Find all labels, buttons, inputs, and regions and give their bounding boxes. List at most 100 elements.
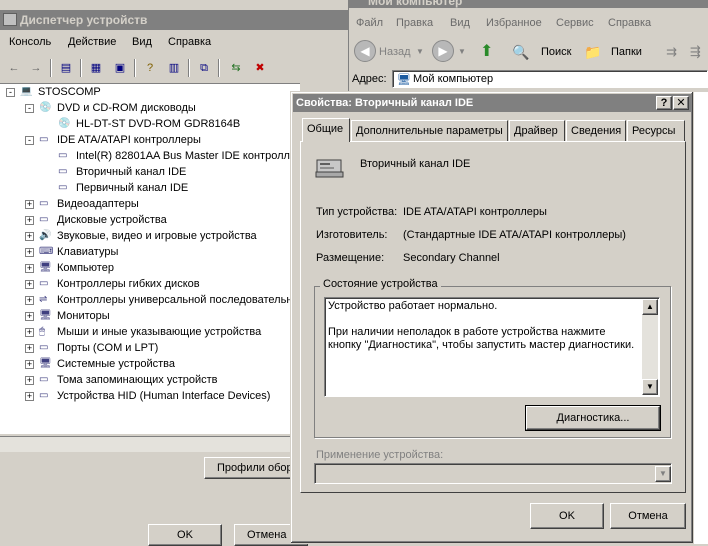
device-usage-label: Применение устройства: — [316, 449, 444, 461]
tree-node[interactable]: + ⌨ Клавиатуры — [0, 244, 300, 260]
scan-hardware-icon[interactable]: ⧉ — [194, 59, 214, 77]
forward-dropdown-icon[interactable]: ▼ — [458, 42, 466, 62]
forward-arrow-icon[interactable]: ▶ — [432, 40, 454, 62]
menu-view[interactable]: Вид — [450, 16, 470, 30]
tree-node[interactable]: ▭ Первичный канал IDE — [0, 180, 300, 196]
print-icon[interactable]: ▣ — [110, 59, 130, 77]
expand-icon[interactable]: + — [25, 280, 34, 289]
address-field[interactable]: 🖥 Мой компьютер — [392, 70, 708, 88]
expand-icon[interactable]: + — [25, 328, 34, 337]
update-driver-icon[interactable]: ⇆ — [226, 59, 246, 77]
diagnostics-button[interactable]: Диагностика... — [525, 405, 661, 431]
menu-edit[interactable]: Правка — [396, 16, 433, 30]
tree-node[interactable]: + ⇌ Контроллеры универсальной последовател… — [0, 292, 300, 308]
expand-icon[interactable]: + — [25, 248, 34, 257]
device-icon: 🔊 — [39, 230, 52, 241]
ok-button[interactable]: OK — [530, 503, 604, 529]
hardware-profiles-button[interactable]: Профили оборудования — [204, 457, 304, 479]
menu-view[interactable]: Вид — [132, 35, 152, 49]
menu-help[interactable]: Справка — [168, 35, 211, 49]
menu-file[interactable]: Файл — [356, 16, 383, 30]
expand-icon[interactable]: + — [25, 264, 34, 273]
view-icon[interactable]: ▥ — [164, 59, 184, 77]
tree-node[interactable]: 💿 HL-DT-ST DVD-ROM GDR8164B — [0, 116, 300, 132]
tree-node[interactable]: + 🖱 Мыши и иные указывающие устройства — [0, 324, 300, 340]
tree-node[interactable]: - 💿 DVD и CD-ROM дисководы — [0, 100, 300, 116]
device-tree[interactable]: - 💻 STOSCOMP - 💿 DVD и CD-ROM дисководы 💿 HL-DT… — [0, 83, 300, 434]
tree-horizontal-scrollbar[interactable] — [0, 436, 300, 452]
uninstall-icon[interactable]: ✖ — [250, 59, 270, 77]
tab-general[interactable]: Общие — [302, 118, 350, 142]
expand-icon[interactable]: + — [25, 200, 34, 209]
copy-to-icon[interactable]: ⇶ — [690, 42, 701, 62]
close-button[interactable]: ✕ — [673, 96, 689, 110]
tab-details[interactable]: Сведения — [566, 120, 626, 141]
tree-node-label: Дисковые устройства — [57, 214, 167, 226]
tree-node[interactable]: - 💻 STOSCOMP — [0, 84, 300, 100]
tree-node[interactable]: + 🖥 Системные устройства — [0, 356, 300, 372]
dialog-titlebar[interactable]: Свойства: Вторичный канал IDE — [293, 94, 691, 112]
tree-node[interactable]: ▭ Вторичный канал IDE — [0, 164, 300, 180]
up-folder-icon[interactable]: ⬆ — [480, 42, 493, 62]
device-manager-titlebar[interactable]: Диспетчер устройств — [0, 10, 348, 30]
back-dropdown-icon[interactable]: ▼ — [416, 42, 424, 62]
help-button[interactable]: ? — [656, 96, 672, 110]
tree-node[interactable]: + ▭ Видеоадаптеры — [0, 196, 300, 212]
tab-resources[interactable]: Ресурсы — [627, 120, 685, 141]
expand-icon[interactable]: + — [25, 360, 34, 369]
tree-node[interactable]: + ▭ Дисковые устройства — [0, 212, 300, 228]
collapse-icon[interactable]: - — [25, 136, 34, 145]
tree-node[interactable]: + 🖥 Компьютер — [0, 260, 300, 276]
collapse-icon[interactable]: - — [6, 88, 15, 97]
menu-console[interactable]: Консоль — [9, 35, 51, 49]
status-vertical-scrollbar[interactable]: ▲ ▼ — [642, 299, 658, 395]
chevron-down-icon[interactable]: ▼ — [655, 466, 671, 482]
menu-favorites[interactable]: Избранное — [486, 16, 542, 30]
tree-node[interactable]: + ▭ Устройства HID (Human Interface Device… — [0, 388, 300, 404]
menu-tools[interactable]: Сервис — [556, 16, 594, 30]
help-icon[interactable]: ? — [140, 59, 160, 77]
show-hide-tree-icon[interactable]: ▤ — [56, 59, 76, 77]
scroll-down-icon[interactable]: ▼ — [642, 379, 658, 395]
expand-icon[interactable]: + — [25, 312, 34, 321]
expand-icon[interactable]: + — [25, 344, 34, 353]
expand-icon[interactable]: + — [25, 376, 34, 385]
tree-node[interactable]: + 🔊 Звуковые, видео и игровые устройства — [0, 228, 300, 244]
tree-node-label: Порты (COM и LPT) — [57, 342, 159, 354]
expand-icon[interactable]: + — [25, 216, 34, 225]
tree-node[interactable]: + ▭ Порты (COM и LPT) — [0, 340, 300, 356]
search-button-label[interactable]: Поиск — [541, 42, 571, 62]
back-button-label[interactable]: Назад — [379, 42, 411, 62]
expand-icon[interactable]: + — [25, 232, 34, 241]
expand-icon[interactable]: + — [25, 392, 34, 401]
forward-icon[interactable]: → — [26, 59, 46, 77]
scroll-up-icon[interactable]: ▲ — [642, 299, 658, 315]
menu-help[interactable]: Справка — [608, 16, 651, 30]
device-icon: ▭ — [39, 342, 49, 353]
expand-icon[interactable]: + — [25, 296, 34, 305]
dm-ok-button[interactable]: OK — [148, 524, 222, 546]
manufacturer-label: Изготовитель: — [316, 229, 388, 241]
tree-node[interactable]: + 🖥 Мониторы — [0, 308, 300, 324]
tree-node[interactable]: + ▭ Контроллеры гибких дисков — [0, 276, 300, 292]
search-icon[interactable]: 🔍 — [512, 42, 529, 62]
tree-node[interactable]: + ▭ Тома запоминающих устройств — [0, 372, 300, 388]
tab-advanced[interactable]: Дополнительные параметры — [351, 120, 508, 141]
collapse-icon[interactable]: - — [25, 104, 34, 113]
cancel-button[interactable]: Отмена — [610, 503, 686, 529]
explorer-titlebar[interactable]: Мой компьютер — [348, 0, 708, 8]
device-type-label: Тип устройства: — [316, 206, 398, 218]
location-value: Secondary Channel — [403, 252, 500, 264]
back-arrow-icon[interactable]: ◀ — [354, 40, 376, 62]
properties-icon[interactable]: ▦ — [86, 59, 106, 77]
back-icon[interactable]: ← — [4, 59, 24, 77]
move-to-icon[interactable]: ⇉ — [666, 42, 677, 62]
tree-node[interactable]: ▭ Intel(R) 82801AA Bus Master IDE контрол… — [0, 148, 300, 164]
folders-icon[interactable]: 📁 — [584, 42, 601, 62]
folders-button-label[interactable]: Папки — [611, 42, 642, 62]
menu-action[interactable]: Действие — [68, 35, 116, 49]
device-usage-select[interactable] — [314, 463, 672, 484]
tree-node-label: Устройства HID (Human Interface Devices) — [57, 390, 271, 402]
tab-driver[interactable]: Драйвер — [509, 120, 565, 141]
tree-node[interactable]: - ▭ IDE ATA/ATAPI контроллеры — [0, 132, 300, 148]
